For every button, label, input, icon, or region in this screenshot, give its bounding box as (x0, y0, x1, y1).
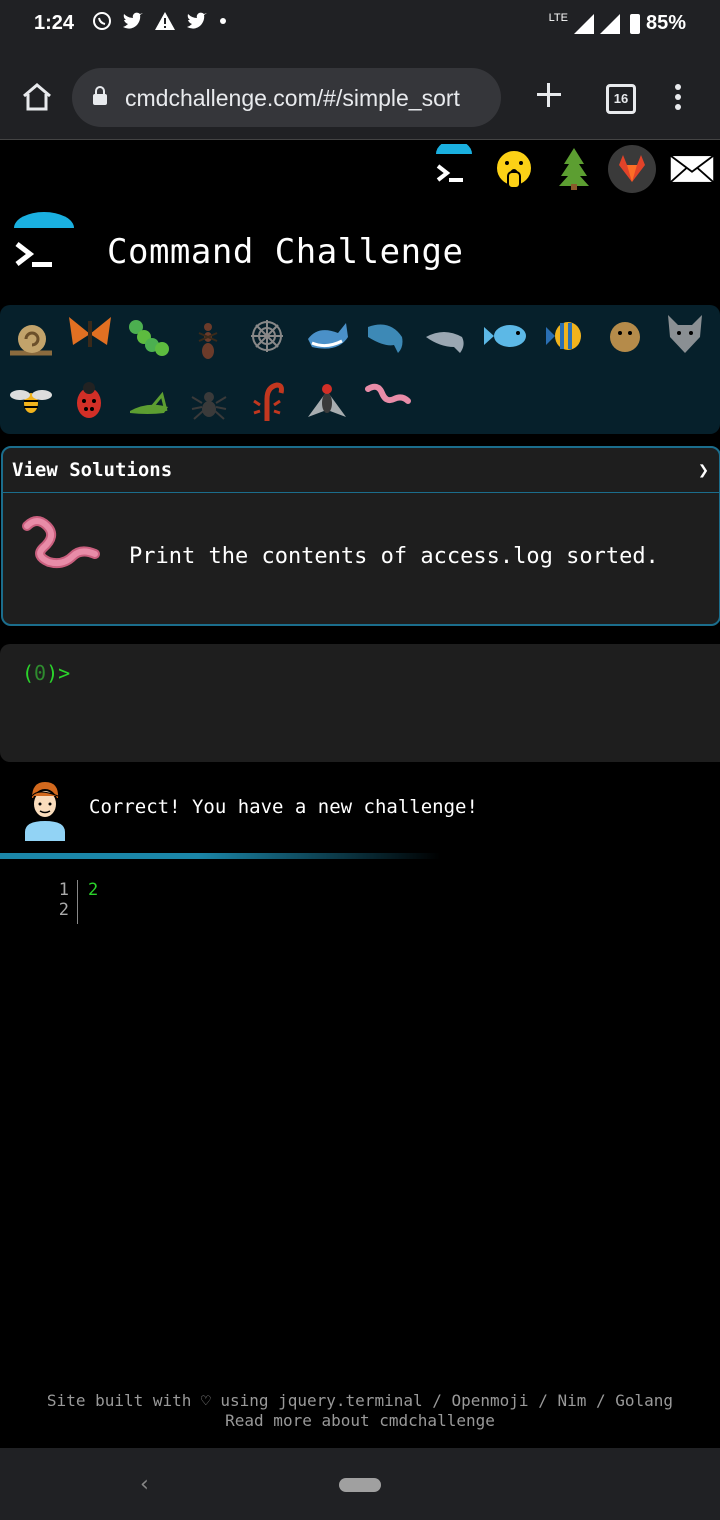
shushing-face-icon[interactable] (490, 144, 538, 194)
battery-percent: 85% (645, 12, 686, 34)
spider-web-icon[interactable] (240, 309, 294, 363)
wolf-icon[interactable] (658, 307, 712, 361)
overflow-menu-icon[interactable] (674, 84, 682, 112)
whatsapp-icon (93, 12, 111, 30)
spider-icon[interactable] (182, 375, 236, 429)
challenge-description: Print the contents of access.log sorted. (129, 544, 659, 569)
butterfly-icon[interactable] (63, 307, 117, 361)
tree-icon[interactable] (550, 144, 598, 194)
tab-switcher-button[interactable]: 16 (606, 84, 636, 114)
network-type: LTE (548, 12, 568, 24)
ant-icon[interactable] (181, 313, 235, 367)
dot-icon (220, 18, 226, 24)
worm-icon[interactable] (360, 373, 414, 427)
cricket-icon[interactable] (122, 377, 176, 431)
challenge-panel: View Solutions ❯ Print the contents of a… (1, 446, 720, 626)
challenge-icon-grid (0, 305, 720, 434)
line-number-gutter: 1 2 (40, 880, 78, 924)
output-code: 2 (88, 880, 98, 900)
fly-icon[interactable] (300, 373, 354, 427)
page-title: Command Challenge (107, 232, 464, 272)
lock-icon (93, 86, 107, 105)
footer-credits[interactable]: Site built with ♡ using jquery.terminal … (0, 1391, 720, 1411)
prompt-count: 0 (34, 661, 47, 685)
blowfish-icon[interactable] (598, 309, 652, 363)
battery-icon (629, 13, 640, 34)
output-line: 2 (88, 880, 99, 900)
signal-icon (599, 13, 620, 34)
back-chevron-icon[interactable]: ‹ (140, 1472, 149, 1497)
site-logo-icon (14, 212, 74, 267)
ladybug-icon[interactable] (62, 373, 116, 427)
status-time: 1:24 (34, 12, 75, 34)
line-number: 2 (58, 900, 69, 920)
snail-icon[interactable] (4, 309, 58, 363)
progress-divider (0, 853, 440, 859)
dolphin-icon[interactable] (420, 311, 474, 365)
view-solutions-label[interactable]: View Solutions (12, 459, 172, 481)
url-text[interactable]: cmdchallenge.com/#/simple_sort (125, 85, 460, 112)
home-icon[interactable] (20, 82, 54, 112)
terminal-input[interactable]: (0)> (0, 644, 720, 762)
dolphin-icon[interactable] (360, 309, 414, 363)
status-bar: 1:24 LTE 85% (0, 0, 720, 48)
header-icon-bar (428, 144, 720, 200)
caterpillar-icon[interactable] (122, 311, 176, 365)
terminal-prompt: (0)> (22, 661, 71, 685)
person-avatar-icon (23, 782, 67, 842)
chevron-right-icon[interactable]: ❯ (698, 460, 709, 481)
line-number: 1 (58, 880, 69, 900)
result-message: Correct! You have a new challenge! (89, 796, 478, 818)
notification-icons (92, 11, 228, 31)
new-tab-plus-icon[interactable] (535, 81, 563, 109)
scorpion-icon[interactable] (240, 373, 294, 427)
envelope-icon[interactable] (668, 144, 716, 194)
twitter-icon (123, 12, 143, 29)
tropical-fish-icon[interactable] (540, 309, 594, 363)
page-footer: Site built with ♡ using jquery.terminal … (0, 1391, 720, 1431)
home-pill-button[interactable] (339, 1478, 381, 1492)
terminal-logo-icon[interactable] (430, 144, 478, 194)
result-message-row: Correct! You have a new challenge! (0, 776, 720, 846)
signal-icon (573, 13, 594, 34)
bee-icon[interactable] (4, 373, 58, 427)
worm-icon (22, 516, 100, 569)
twitter-icon (187, 12, 207, 29)
whale-icon[interactable] (302, 309, 356, 363)
browser-toolbar: cmdchallenge.com/#/simple_sort 16 (0, 48, 720, 140)
fish-icon[interactable] (480, 309, 534, 363)
warning-icon (155, 12, 175, 30)
address-bar[interactable]: cmdchallenge.com/#/simple_sort (72, 68, 501, 127)
gitlab-icon[interactable] (608, 144, 656, 194)
view-solutions-header[interactable]: View Solutions ❯ (3, 448, 719, 493)
footer-read-more-link[interactable]: Read more about cmdchallenge (0, 1411, 720, 1431)
